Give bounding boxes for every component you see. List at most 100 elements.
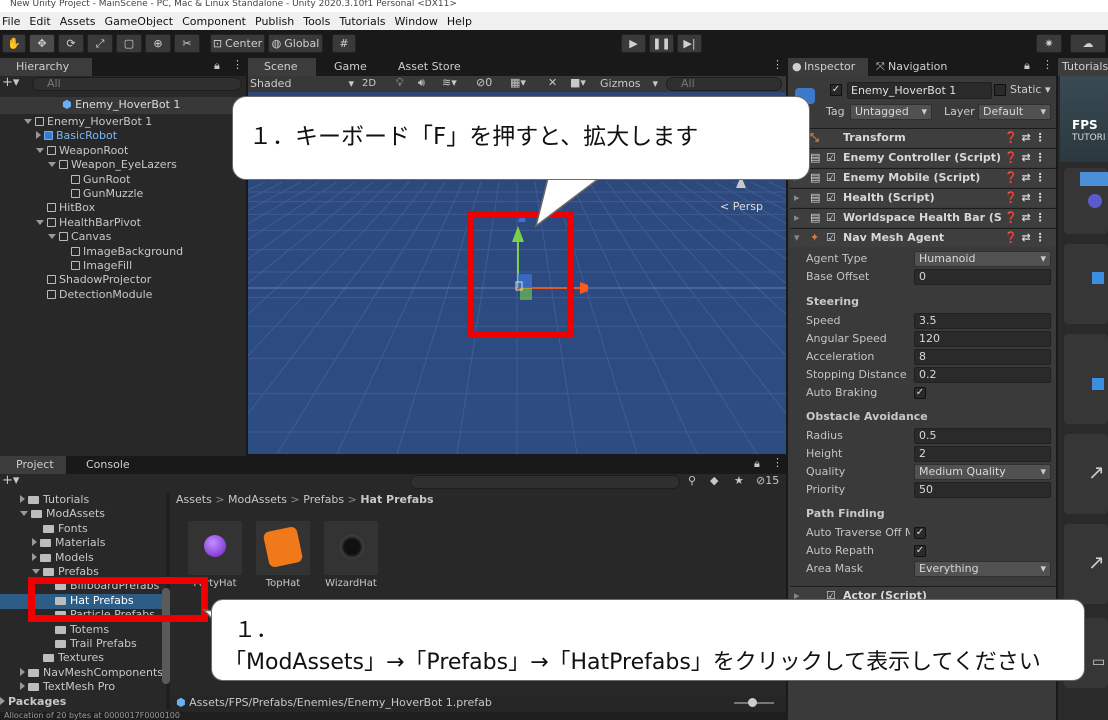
pause-button[interactable]: ❚❚ xyxy=(649,34,674,53)
pivot-center-button[interactable]: ⊡ Center xyxy=(210,34,265,53)
filter-label-icon[interactable]: ◆ xyxy=(710,474,718,487)
hierarchy-item[interactable]: HitBox xyxy=(36,201,95,215)
expand-right-icon[interactable] xyxy=(32,538,37,547)
scene-kebab-icon[interactable]: ⋮ xyxy=(772,58,783,71)
tab-game[interactable]: Game xyxy=(318,58,380,76)
collab-icon[interactable]: ✷ xyxy=(1036,34,1062,53)
area-mask-dropdown[interactable]: Everything xyxy=(914,561,1051,577)
tutorial-card-1[interactable] xyxy=(1064,168,1108,234)
hierarchy-item[interactable]: Canvas xyxy=(48,230,111,244)
lock-icon[interactable]: 🔒︎ xyxy=(214,59,220,73)
menu-publish[interactable]: Publish xyxy=(255,15,294,28)
asset-tophat[interactable] xyxy=(256,521,310,575)
agent-type-dropdown[interactable]: Humanoid xyxy=(914,251,1051,267)
expand-right-icon[interactable] xyxy=(0,696,5,705)
layer-dropdown[interactable]: Default xyxy=(978,104,1051,120)
component-icons[interactable]: ❓ ⇄ ⋮ xyxy=(1004,209,1046,227)
kebab-icon[interactable]: ⋮ xyxy=(232,58,243,71)
menu-gameobject[interactable]: GameObject xyxy=(105,15,174,28)
thumbnail-size-slider[interactable] xyxy=(734,698,774,707)
component-checkbox[interactable]: ☑ xyxy=(826,229,836,247)
speed-field[interactable]: 3.5 xyxy=(914,313,1051,329)
favorite-icon[interactable]: ★ xyxy=(734,474,744,487)
expand-down-icon[interactable] xyxy=(32,569,40,574)
2d-toggle[interactable]: 2D xyxy=(362,76,376,92)
component-icons[interactable]: ❓ ⇄ ⋮ xyxy=(1004,229,1046,247)
hierarchy-search-input[interactable]: All xyxy=(32,77,242,91)
tutorial-card-2[interactable] xyxy=(1064,244,1108,324)
expand-right-icon[interactable] xyxy=(20,667,25,676)
global-local-button[interactable]: ◍ Global xyxy=(268,34,323,53)
menu-help[interactable]: Help xyxy=(447,15,472,28)
rotate-tool-icon[interactable]: ⟳ xyxy=(58,34,84,53)
tab-project[interactable]: Project xyxy=(0,456,66,474)
hierarchy-item[interactable]: BasicRobot xyxy=(36,129,117,143)
tab-scene[interactable]: Scene xyxy=(248,58,316,76)
project-folder-item[interactable]: Tutorials xyxy=(20,493,89,507)
project-folder-item[interactable]: NavMeshComponents xyxy=(20,666,163,680)
expand-down-icon[interactable] xyxy=(36,219,44,225)
camera-icon[interactable]: ■▾ xyxy=(570,76,586,89)
slider-handle[interactable] xyxy=(748,698,757,707)
quality-dropdown[interactable]: Medium Quality xyxy=(914,464,1051,480)
menu-assets[interactable]: Assets xyxy=(60,15,96,28)
menu-window[interactable]: Window xyxy=(395,15,438,28)
step-button[interactable]: ▶| xyxy=(677,34,702,53)
tutorial-banner[interactable]: FPS TUTORI xyxy=(1060,76,1108,162)
auto-traverse-checkbox[interactable]: ✓ xyxy=(914,527,926,539)
component-icons[interactable]: ❓ ⇄ ⋮ xyxy=(1004,129,1046,147)
scale-tool-icon[interactable]: ⤢ xyxy=(87,34,113,53)
hierarchy-item[interactable]: GunRoot xyxy=(60,173,130,187)
acceleration-field[interactable]: 8 xyxy=(914,349,1051,365)
persp-label[interactable]: < Persp xyxy=(720,200,763,213)
tab-hierarchy[interactable]: Hierarchy xyxy=(0,58,92,76)
hierarchy-item[interactable]: GunMuzzle xyxy=(60,187,143,201)
hierarchy-item[interactable]: DetectionModule xyxy=(36,288,152,302)
height-field[interactable]: 2 xyxy=(914,446,1051,462)
component-icons[interactable]: ❓ ⇄ ⋮ xyxy=(1004,189,1046,207)
tab-console[interactable]: Console xyxy=(70,456,146,474)
tab-tutorials[interactable]: Tutorials xyxy=(1058,58,1108,76)
hierarchy-item[interactable]: ImageBackground xyxy=(60,245,183,259)
tab-inspector[interactable]: ● Inspector xyxy=(788,58,868,76)
component-icons[interactable]: ❓ ⇄ ⋮ xyxy=(1004,149,1046,167)
cloud-icon[interactable]: ☁ xyxy=(1070,34,1106,53)
project-folder-item[interactable]: Trail Prefabs xyxy=(44,637,137,651)
scene-search-input[interactable]: All xyxy=(666,77,782,91)
active-checkbox[interactable]: ✓ xyxy=(830,84,842,96)
component-enemy-mobile[interactable]: ▸▤☑Enemy Mobile (Script)❓ ⇄ ⋮ xyxy=(790,168,1056,187)
asset-wizardhat[interactable] xyxy=(324,521,378,575)
menu-edit[interactable]: Edit xyxy=(29,15,50,28)
expand-right-icon[interactable] xyxy=(36,131,41,140)
tutorial-card-3[interactable] xyxy=(1064,334,1108,424)
inspector-kebab-icon[interactable]: ⋮ xyxy=(1042,58,1053,71)
expand-down-icon[interactable] xyxy=(48,162,56,168)
grid-snap-icon[interactable]: # xyxy=(332,34,356,53)
angular-speed-field[interactable]: 120 xyxy=(914,331,1051,347)
component-health[interactable]: ▸ ▤ ☑ Health (Script) ❓ ⇄ ⋮ xyxy=(790,188,1056,207)
hidden-objects-icon[interactable]: ⊘0 xyxy=(476,76,492,89)
audio-icon[interactable]: 🔊︎ xyxy=(418,76,425,90)
component-checkbox[interactable]: ☑ xyxy=(826,209,836,227)
breadcrumb-assets[interactable]: Assets xyxy=(176,493,212,506)
inspector-lock-icon[interactable]: 🔒︎ xyxy=(1024,59,1030,73)
tutorial-card-4[interactable]: ↗ xyxy=(1064,434,1108,514)
base-offset-field[interactable]: 0 xyxy=(914,269,1051,285)
hidden-packages-icon[interactable]: ⊘15 xyxy=(756,474,779,487)
component-checkbox[interactable]: ☑ xyxy=(826,169,836,187)
project-folder-item[interactable]: TextMesh Pro xyxy=(20,680,115,694)
rect-tool-icon[interactable]: ▢ xyxy=(116,34,142,53)
tutorial-card-5[interactable]: ↗ xyxy=(1064,524,1108,604)
menu-tools[interactable]: Tools xyxy=(303,15,330,28)
transform-tool-icon[interactable]: ⊕ xyxy=(145,34,171,53)
breadcrumb-hat-prefabs[interactable]: Hat Prefabs xyxy=(360,493,433,506)
hand-tool-icon[interactable]: ✋ xyxy=(2,34,26,53)
component-icons[interactable]: ❓ ⇄ ⋮ xyxy=(1004,169,1046,187)
menu-tutorials[interactable]: Tutorials xyxy=(339,15,385,28)
asset-partyhat[interactable] xyxy=(188,521,242,575)
menu-component[interactable]: Component xyxy=(182,15,246,28)
radius-field[interactable]: 0.5 xyxy=(914,428,1051,444)
hierarchy-item[interactable]: ShadowProjector xyxy=(36,273,151,287)
hierarchy-item[interactable]: WeaponRoot xyxy=(36,144,128,158)
gizmos-dropdown[interactable]: Gizmos ▾ xyxy=(598,76,660,92)
